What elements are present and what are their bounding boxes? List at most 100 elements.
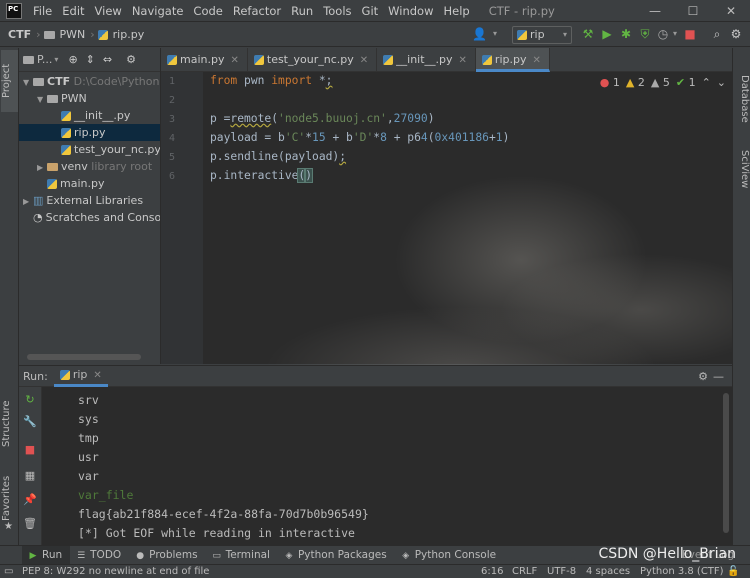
maximize-button[interactable]: ☐ (674, 0, 712, 22)
tab-database[interactable]: Database (734, 70, 750, 128)
error-count[interactable]: ● 1 (600, 76, 620, 89)
menu-refactor[interactable]: Refactor (228, 0, 286, 22)
chevron-down-icon[interactable]: ▾ (488, 27, 502, 41)
tab-init-py[interactable]: __init__.py ✕ (377, 48, 476, 72)
python-interpreter[interactable]: Python 3.8 (CTF) (640, 565, 724, 578)
crosshair-icon[interactable]: ⊕ (68, 53, 77, 66)
tab-sciview[interactable]: SciView (734, 144, 750, 194)
menu-run[interactable]: Run (286, 0, 318, 22)
code-editor[interactable]: 1 2 3 4 5 6 from pwn import *; p =remote… (161, 72, 732, 364)
run-tab-rip[interactable]: rip ✕ (53, 365, 108, 387)
tab-structure[interactable]: Structure (1, 393, 18, 455)
rerun-icon[interactable]: ↻ (23, 393, 37, 407)
menu-help[interactable]: Help (439, 0, 475, 22)
tree-item-external-libraries[interactable]: ▶ ▥ External Libraries (19, 192, 160, 209)
menu-git[interactable]: Git (357, 0, 384, 22)
stop-icon[interactable]: ■ (23, 443, 37, 457)
menu-file[interactable]: File (28, 0, 57, 22)
project-view-selector[interactable]: P... (37, 53, 52, 66)
breadcrumb-rip[interactable]: rip.py (111, 28, 147, 41)
search-icon[interactable]: ⌕ (710, 27, 724, 41)
menu-window[interactable]: Window (383, 0, 438, 22)
menu-view[interactable]: View (90, 0, 127, 22)
tree-item-path: D:\Code\Python (73, 75, 160, 88)
close-icon[interactable]: ✕ (459, 55, 467, 66)
chevron-down-icon[interactable]: ▾ (54, 55, 58, 64)
problems-icon: ● (136, 550, 145, 561)
tab-python-console[interactable]: ◈ Python Console (395, 546, 504, 565)
tree-item-init[interactable]: __init__.py (19, 107, 160, 124)
layout-icon[interactable]: ▦ (23, 469, 37, 483)
breadcrumb-pwn[interactable]: PWN (58, 28, 88, 41)
pin-icon[interactable]: 📌 (23, 493, 37, 507)
minimize-panel-icon[interactable]: — (713, 370, 724, 383)
stop-icon[interactable]: ■ (683, 27, 697, 41)
menu-navigate[interactable]: Navigate (127, 0, 189, 22)
debug-icon[interactable]: ✱ (619, 27, 633, 41)
weak-warning-count[interactable]: ▲ 5 (651, 76, 670, 89)
indent-setting[interactable]: 4 spaces (586, 565, 630, 578)
tab-python-packages[interactable]: ◈ Python Packages (278, 546, 395, 565)
run-icon[interactable]: ▶ (600, 27, 614, 41)
tab-project[interactable]: Project (1, 50, 18, 112)
settings-icon[interactable]: ⚙ (729, 27, 743, 41)
left-tool-strip: Project Structure Favorites ★ (0, 48, 19, 562)
warning-count[interactable]: ▲ 2 (626, 76, 645, 89)
tab-run[interactable]: ▶ Run (22, 545, 71, 565)
python-file-icon (97, 29, 108, 40)
trash-icon[interactable]: 🗑 (23, 517, 37, 531)
tab-terminal[interactable]: ▭ Terminal (206, 546, 278, 565)
gear-icon[interactable]: ⚙ (698, 370, 708, 383)
tab-todo[interactable]: ☰ TODO (70, 546, 129, 565)
horizontal-scrollbar[interactable] (27, 354, 141, 360)
menu-tools[interactable]: Tools (318, 0, 356, 22)
tab-label: rip.py (494, 53, 527, 66)
run-console-output[interactable]: srv sys tmp usr var var_file flag{ab21f8… (42, 387, 732, 545)
menu-edit[interactable]: Edit (57, 0, 89, 22)
close-icon[interactable]: ✕ (230, 55, 238, 66)
tree-item-venv[interactable]: ▶ venv library root (19, 158, 160, 175)
close-button[interactable]: ✕ (712, 0, 750, 22)
chevron-up-icon[interactable]: ⌃ (702, 76, 711, 89)
lock-icon[interactable]: 🔓 (727, 565, 739, 578)
gear-icon[interactable]: ⚙ (126, 53, 136, 66)
close-icon[interactable]: ✕ (93, 370, 101, 381)
vertical-scrollbar[interactable] (723, 393, 729, 533)
wrench-icon[interactable]: 🔧 (23, 415, 37, 429)
python-file-icon (517, 30, 527, 40)
tab-rip-py[interactable]: rip.py ✕ (475, 48, 550, 72)
file-encoding[interactable]: UTF-8 (547, 565, 576, 578)
tree-item-pwn[interactable]: ▼ PWN (19, 90, 160, 107)
hammer-icon[interactable]: ⚒ (581, 27, 595, 41)
tree-item-test-your-nc[interactable]: test_your_nc.py (19, 141, 160, 158)
tree-item-ctf[interactable]: ▼ CTF D:\Code\Python (19, 73, 160, 90)
inspection-widget[interactable]: ● 1 ▲ 2 ▲ 5 ✔ 1 ⌃ ⌄ (600, 76, 726, 89)
coverage-icon[interactable]: ⛨ (638, 27, 652, 41)
tab-test-your-nc-py[interactable]: test_your_nc.py ✕ (248, 48, 378, 72)
caret-position[interactable]: 6:16 (481, 565, 503, 578)
chevron-down-icon[interactable]: ▾ (668, 27, 682, 41)
layout-toggle-icon[interactable]: ▭ (4, 565, 13, 578)
tree-item-rip[interactable]: rip.py (19, 124, 160, 141)
user-icon[interactable]: 👤 (472, 27, 487, 41)
tab-favorites[interactable]: Favorites (1, 468, 18, 528)
chevron-right-icon: › (36, 28, 41, 41)
close-icon[interactable]: ✕ (360, 55, 368, 66)
close-icon[interactable]: ✕ (532, 55, 540, 66)
python-file-icon (481, 55, 492, 65)
collapse-all-icon[interactable]: ⇔ (103, 53, 112, 66)
ok-count[interactable]: ✔ 1 (676, 76, 696, 89)
tree-item-library-root: library root (91, 160, 153, 173)
expand-all-icon[interactable]: ⇕ (86, 53, 95, 66)
tab-problems[interactable]: ● Problems (129, 546, 205, 565)
tree-item-scratches[interactable]: ◔Scratches and Consoles (19, 209, 160, 226)
run-config-selector[interactable]: rip ▾ (512, 26, 572, 44)
menu-code[interactable]: Code (188, 0, 227, 22)
minimize-button[interactable]: — (636, 0, 674, 22)
tree-item-main[interactable]: main.py (19, 175, 160, 192)
tree-item-label: External Libraries (46, 194, 144, 207)
line-separator[interactable]: CRLF (512, 565, 537, 578)
chevron-down-icon[interactable]: ⌄ (717, 76, 726, 89)
tab-main-py[interactable]: main.py ✕ (161, 48, 248, 72)
breadcrumb-ctf[interactable]: CTF (6, 28, 33, 41)
